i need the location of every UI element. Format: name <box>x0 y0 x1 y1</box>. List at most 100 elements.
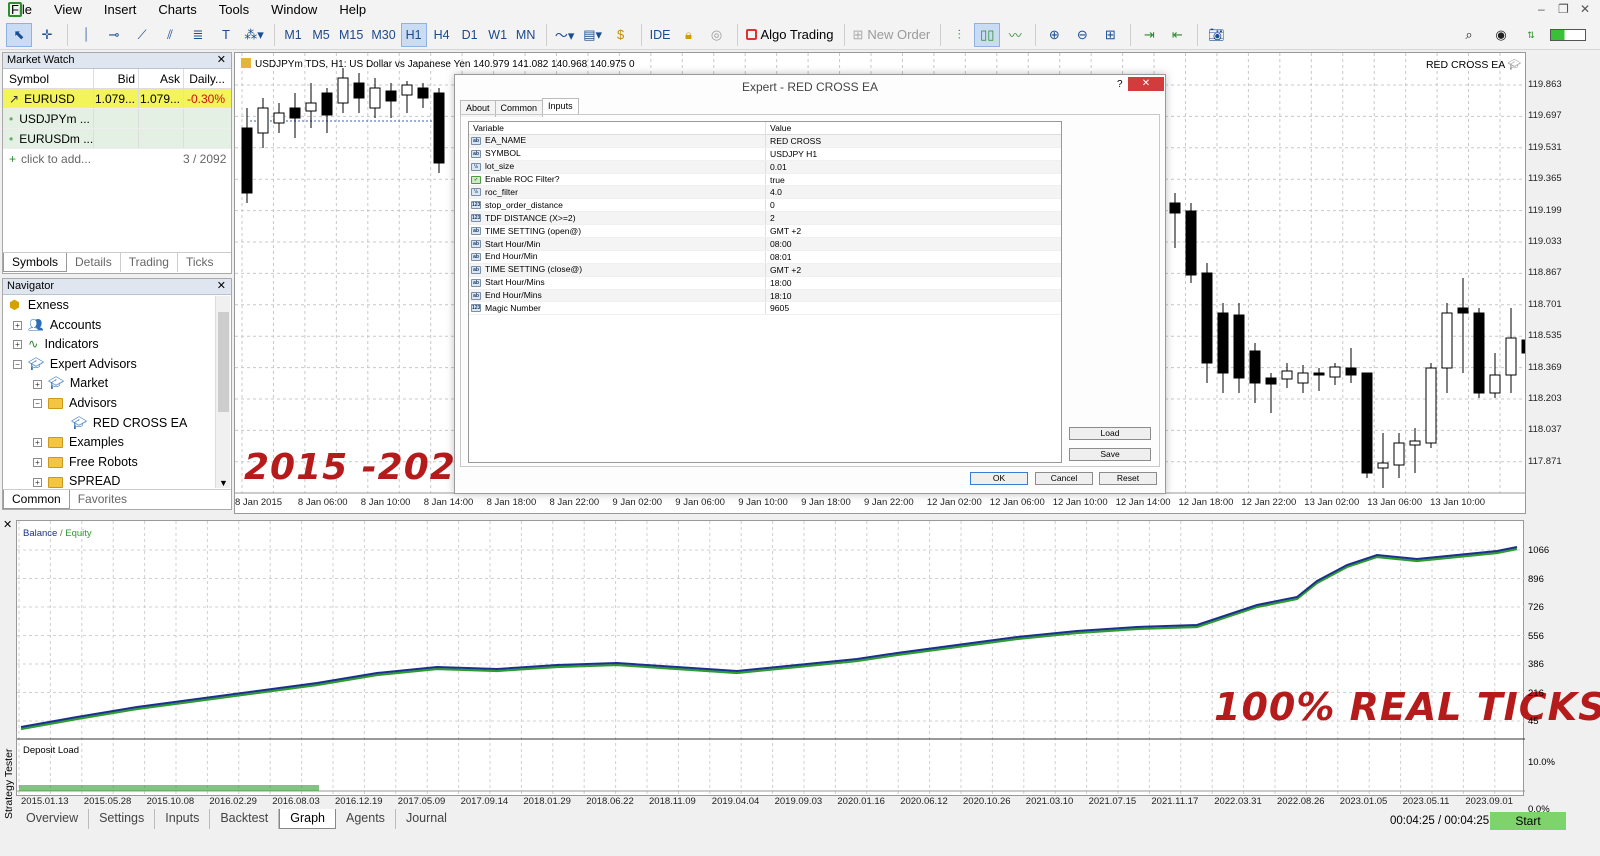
timeframe-h1[interactable]: H1 <box>400 22 427 47</box>
tile-windows-icon[interactable]: ⊞ <box>1097 23 1123 47</box>
param-row[interactable]: ½ roc_filter 4.0 <box>469 186 1061 200</box>
autoscroll-icon[interactable]: ⇥ <box>1136 23 1162 47</box>
zoom-out-icon[interactable]: ⊖ <box>1069 23 1095 47</box>
crosshair-icon[interactable]: ✛ <box>34 23 60 47</box>
col-symbol[interactable]: Symbol <box>3 69 93 88</box>
zoom-in-icon[interactable]: ⊕ <box>1041 23 1067 47</box>
param-value[interactable]: USDJPY H1 <box>766 148 817 160</box>
nav-item-red-cross-ea[interactable]: 🎓︎ RED CROSS EA <box>3 414 215 434</box>
cursor-icon[interactable]: ⬉ <box>6 22 32 47</box>
trendline-icon[interactable]: ⟋ <box>129 23 155 47</box>
nav-item-advisors[interactable]: − Advisors <box>3 394 215 414</box>
signal-icon[interactable]: ◎ <box>704 23 730 47</box>
ea-label[interactable]: RED CROSS EA 🎓︎ <box>1426 58 1521 71</box>
param-value[interactable]: RED CROSS <box>766 135 821 147</box>
col-variable[interactable]: Variable <box>469 122 766 134</box>
param-value[interactable]: GMT +2 <box>766 225 801 237</box>
param-row[interactable]: ab End Hour/Mins 18:10 <box>469 289 1061 303</box>
param-row[interactable]: 123 stop_order_distance 0 <box>469 199 1061 213</box>
shapes-icon[interactable]: ⁂▾ <box>241 23 267 47</box>
vertical-line-icon[interactable]: ⏐ <box>73 23 99 47</box>
channel-icon[interactable]: ⫽ <box>157 23 183 47</box>
tab-overview[interactable]: Overview <box>16 809 90 829</box>
tab-favorites[interactable]: Favorites <box>70 490 135 509</box>
tab-graph[interactable]: Graph <box>279 809 337 829</box>
expand-icon[interactable]: + <box>33 438 42 448</box>
tab-ticks[interactable]: Ticks <box>178 253 222 272</box>
nav-item-examples[interactable]: + Examples <box>3 433 215 453</box>
timeframe-w1[interactable]: W1 <box>485 23 511 47</box>
timeframe-m5[interactable]: M5 <box>308 23 334 47</box>
tab-inputs[interactable]: Inputs <box>155 809 211 829</box>
nav-item-accounts[interactable]: + 👥︎ Accounts <box>3 316 215 336</box>
dialog-close-button[interactable]: ✕ <box>1128 77 1164 91</box>
nav-item-market[interactable]: + 🎓︎ Market <box>3 374 215 394</box>
tester-close-icon[interactable]: ✕ <box>3 518 12 531</box>
bar-chart-icon[interactable]: ⫶ <box>946 23 972 47</box>
param-value[interactable]: 08:01 <box>766 251 792 263</box>
templates-icon[interactable]: ▤▾ <box>580 23 606 47</box>
expand-icon[interactable]: + <box>33 379 42 389</box>
tab-journal[interactable]: Journal <box>396 809 457 829</box>
collapse-icon[interactable]: − <box>13 360 22 370</box>
candles-icon[interactable]: ▯▯ <box>974 22 1001 47</box>
param-value[interactable]: 18:00 <box>766 277 792 289</box>
menu-window[interactable]: Window <box>260 0 328 20</box>
expand-icon[interactable]: + <box>33 477 42 487</box>
table-row[interactable]: • EURUSDm ... <box>3 129 231 149</box>
expand-icon[interactable]: + <box>13 340 22 350</box>
close-icon[interactable]: ✕ <box>217 279 226 294</box>
col-value[interactable]: Value <box>766 122 791 134</box>
tab-settings[interactable]: Settings <box>89 809 156 829</box>
balance-graph[interactable]: Balance / Equity Deposit Load <box>16 520 1525 797</box>
tab-inputs[interactable]: Inputs <box>542 98 579 115</box>
search-icon[interactable]: ⌕ <box>1456 23 1482 47</box>
tab-trading[interactable]: Trading <box>121 253 178 272</box>
collapse-icon[interactable]: − <box>33 399 42 409</box>
timeframe-m1[interactable]: M1 <box>280 23 306 47</box>
algo-trading-button[interactable]: Algo Trading <box>743 23 837 47</box>
param-row[interactable]: ab Start Hour/Min 08:00 <box>469 238 1061 251</box>
cancel-button[interactable]: Cancel <box>1035 472 1093 485</box>
param-value[interactable]: 0 <box>766 199 775 211</box>
menu-charts[interactable]: Charts <box>147 0 207 20</box>
expand-icon[interactable]: + <box>13 320 22 330</box>
screenshot-icon[interactable]: 📷︎ <box>1203 23 1229 47</box>
timeframe-h4[interactable]: H4 <box>429 23 455 47</box>
text-icon[interactable]: T <box>213 23 239 47</box>
tab-agents[interactable]: Agents <box>336 809 396 829</box>
tab-common[interactable]: Common <box>3 490 70 509</box>
minimize-icon[interactable]: – <box>1538 2 1545 16</box>
param-value[interactable]: 2 <box>766 212 775 224</box>
nav-item-indicators[interactable]: + ∿ Indicators <box>3 335 215 355</box>
restore-icon[interactable]: ❐ <box>1558 2 1569 16</box>
col-ask[interactable]: Ask <box>138 69 183 88</box>
param-value[interactable]: true <box>766 174 785 186</box>
ide-button[interactable]: IDE <box>647 23 674 47</box>
account-icon[interactable]: ◉ <box>1488 23 1514 47</box>
table-row[interactable]: • USDJPYm ... <box>3 109 231 129</box>
line-chart-icon[interactable]: 〰 <box>1002 23 1028 47</box>
fibonacci-icon[interactable]: ≣ <box>185 23 211 47</box>
param-row[interactable]: ab Start Hour/Mins 18:00 <box>469 276 1061 290</box>
lock-icon[interactable]: 🔒︎ <box>676 23 702 47</box>
param-row[interactable]: ✓ Enable ROC Filter? true <box>469 173 1061 187</box>
close-icon[interactable]: ✕ <box>1580 2 1590 16</box>
param-row[interactable]: 123 TDF DISTANCE (X>=2) 2 <box>469 212 1061 226</box>
param-value[interactable]: 4.0 <box>766 186 782 198</box>
menu-help[interactable]: Help <box>328 0 377 20</box>
timeframe-m15[interactable]: M15 <box>336 23 366 47</box>
param-row[interactable]: ab End Hour/Min 08:01 <box>469 250 1061 264</box>
tab-backtest[interactable]: Backtest <box>210 809 280 829</box>
nav-item-expert-advisors[interactable]: − 🎓︎ Expert Advisors <box>3 355 215 375</box>
tab-details[interactable]: Details <box>67 253 121 272</box>
reset-button[interactable]: Reset <box>1099 472 1157 485</box>
timeframe-d1[interactable]: D1 <box>457 23 483 47</box>
param-row[interactable]: ½ lot_size 0.01 <box>469 160 1061 174</box>
save-button[interactable]: Save <box>1069 448 1151 461</box>
menu-tools[interactable]: Tools <box>208 0 260 20</box>
timeframe-mn[interactable]: MN <box>513 23 539 47</box>
start-button[interactable]: Start <box>1490 812 1566 830</box>
param-value[interactable]: 18:10 <box>766 290 792 302</box>
param-row[interactable]: ab TIME SETTING (open@) GMT +2 <box>469 225 1061 239</box>
